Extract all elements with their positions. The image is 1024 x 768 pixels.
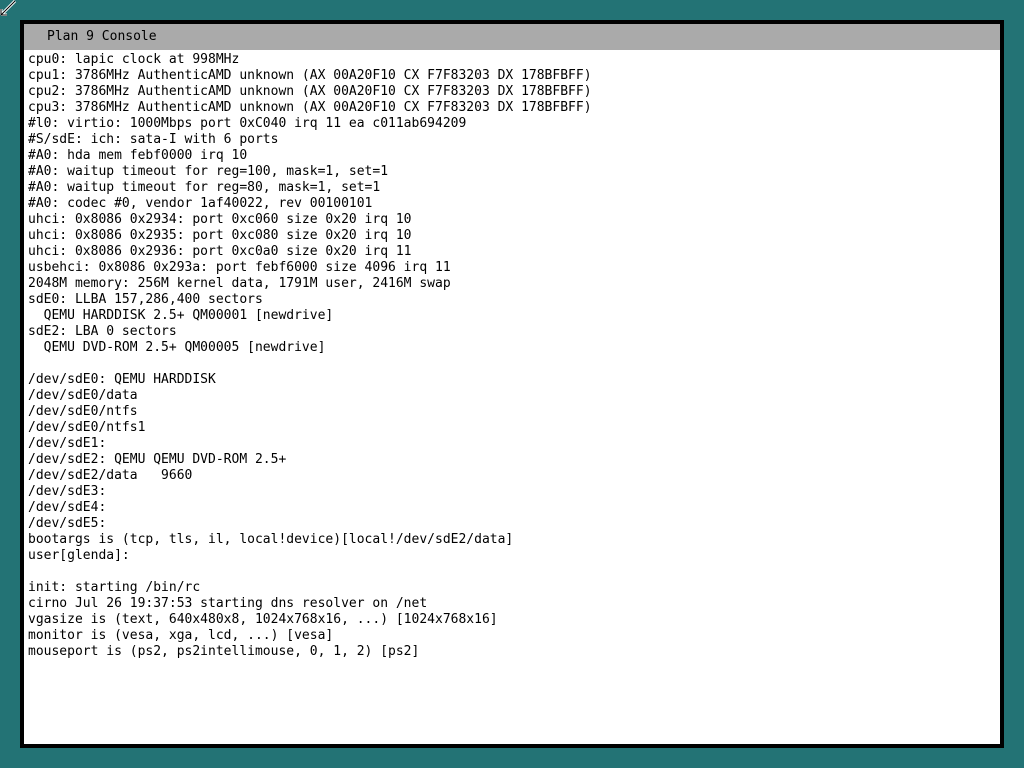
console-line: bootargs is (tcp, tls, il, local!device)…: [28, 532, 514, 547]
console-line: /dev/sdE3:: [28, 484, 107, 499]
console-line: sdE0: LLBA 157,286,400 sectors: [28, 292, 263, 307]
console-line: uhci: 0x8086 0x2935: port 0xc080 size 0x…: [28, 228, 412, 243]
console-line: cirno Jul 26 19:37:53 starting dns resol…: [28, 596, 428, 611]
console-window[interactable]: Plan 9 Console cpu0: lapic clock at 998M…: [20, 20, 1004, 748]
console-line: uhci: 0x8086 0x2934: port 0xc060 size 0x…: [28, 212, 412, 227]
console-line: /dev/sdE1:: [28, 436, 107, 451]
console-line: #A0: codec #0, vendor 1af40022, rev 0010…: [28, 196, 373, 211]
window-title: Plan 9 Console: [47, 29, 157, 44]
console-line: usbehci: 0x8086 0x293a: port febf6000 si…: [28, 260, 451, 275]
console-line: /dev/sdE2: QEMU QEMU DVD-ROM 2.5+: [28, 452, 287, 467]
mouse-pointer-icon: [0, 0, 17, 17]
console-line: /dev/sdE4:: [28, 500, 107, 515]
console-line: 2048M memory: 256M kernel data, 1791M us…: [28, 276, 451, 291]
console-line: monitor is (vesa, xga, lcd, ...) [vesa]: [28, 628, 334, 643]
title-bar[interactable]: Plan 9 Console: [24, 24, 1000, 50]
console-line: /dev/sdE5:: [28, 516, 107, 531]
console-line: vgasize is (text, 640x480x8, 1024x768x16…: [28, 612, 498, 627]
console-line: /dev/sdE0/data: [28, 388, 138, 403]
console-line: /dev/sdE0/ntfs: [28, 404, 138, 419]
console-line: /dev/sdE0: QEMU HARDDISK: [28, 372, 216, 387]
console-line: #S/sdE: ich: sata-I with 6 ports: [28, 132, 279, 147]
console-line: QEMU DVD-ROM 2.5+ QM00005 [newdrive]: [28, 340, 326, 355]
console-line: /dev/sdE0/ntfs1: [28, 420, 146, 435]
console-line: /dev/sdE2/data 9660: [28, 468, 193, 483]
console-output[interactable]: cpu0: lapic clock at 998MHz cpu1: 3786MHz…: [24, 50, 1000, 660]
console-line: init: starting /bin/rc: [28, 580, 201, 595]
console-line: sdE2: LBA 0 sectors: [28, 324, 177, 339]
console-line: mouseport is (ps2, ps2intellimouse, 0, 1…: [28, 644, 420, 659]
console-line: user[glenda]:: [28, 548, 130, 563]
console-line: cpu3: 3786MHz AuthenticAMD unknown (AX 0…: [28, 100, 592, 115]
console-line: cpu1: 3786MHz AuthenticAMD unknown (AX 0…: [28, 68, 592, 83]
console-line: cpu2: 3786MHz AuthenticAMD unknown (AX 0…: [28, 84, 592, 99]
console-window-body: Plan 9 Console cpu0: lapic clock at 998M…: [24, 24, 1000, 744]
console-line: cpu0: lapic clock at 998MHz: [28, 52, 240, 67]
console-line: #A0: waitup timeout for reg=80, mask=1, …: [28, 180, 381, 195]
console-line: uhci: 0x8086 0x2936: port 0xc0a0 size 0x…: [28, 244, 412, 259]
console-line: QEMU HARDDISK 2.5+ QM00001 [newdrive]: [28, 308, 334, 323]
console-line: #l0: virtio: 1000Mbps port 0xC040 irq 11…: [28, 116, 467, 131]
console-line: #A0: hda mem febf0000 irq 10: [28, 148, 248, 163]
console-line: #A0: waitup timeout for reg=100, mask=1,…: [28, 164, 389, 179]
